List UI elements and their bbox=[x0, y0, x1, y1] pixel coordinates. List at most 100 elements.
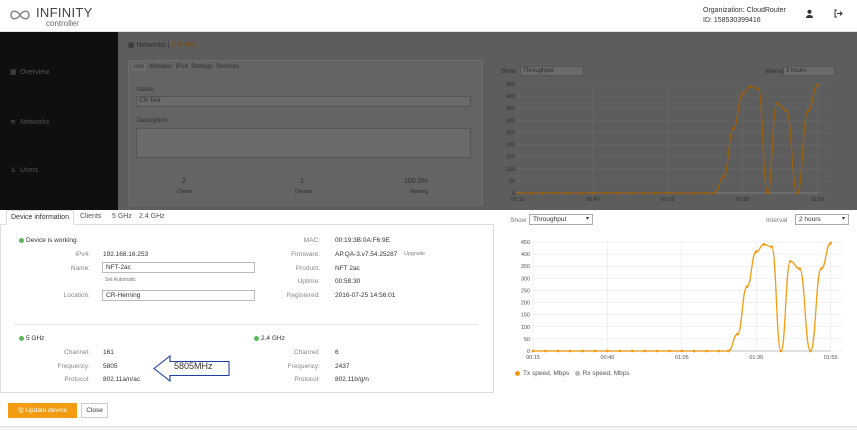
y-tick-label: 350 bbox=[521, 264, 530, 270]
network-name-label: Name: bbox=[137, 87, 155, 93]
x-tick-label: 01:05 bbox=[675, 355, 689, 361]
user-icon[interactable] bbox=[803, 9, 815, 21]
chevron-down-icon: ▾ bbox=[841, 216, 845, 222]
tx-data-point bbox=[731, 127, 735, 131]
tx-data-point bbox=[641, 191, 645, 195]
tab-clients[interactable]: Clients bbox=[76, 210, 105, 225]
x-tick-label: 01:55 bbox=[811, 197, 825, 203]
tx-data-point bbox=[516, 191, 520, 195]
y-tick-label: 250 bbox=[521, 288, 530, 294]
tx-data-point bbox=[668, 349, 671, 353]
tx-data-point bbox=[816, 83, 819, 87]
tx-data-point bbox=[628, 191, 632, 195]
tx-data-point bbox=[722, 174, 726, 178]
tx-data-point bbox=[726, 349, 730, 353]
grid-icon: ▦ bbox=[10, 69, 17, 76]
y-tick-label: 150 bbox=[506, 155, 515, 161]
tx-data-point bbox=[788, 259, 792, 263]
tab-services[interactable]: Services bbox=[216, 64, 239, 70]
tx-data-point bbox=[568, 349, 572, 353]
logout-icon[interactable] bbox=[832, 9, 844, 21]
tab-wireless[interactable]: Wireless bbox=[149, 64, 172, 70]
tx-data-point bbox=[766, 191, 769, 195]
bg-interval-label: Interval bbox=[765, 69, 785, 75]
tx-data-point bbox=[630, 349, 634, 353]
tx-data-point bbox=[581, 349, 584, 353]
sidebar-item-overview[interactable]: ▦ Overview bbox=[10, 68, 49, 78]
sidebar-item-networks[interactable]: ≋ Networks bbox=[10, 118, 49, 128]
tx-data-point bbox=[618, 349, 622, 353]
y-tick-label: 100 bbox=[521, 325, 530, 331]
uptime-label: Uptime: bbox=[297, 278, 320, 285]
name-hint[interactable]: Set Automatic bbox=[105, 277, 136, 283]
tx-data-point bbox=[653, 191, 657, 195]
tab-device-information[interactable]: Device information bbox=[6, 210, 74, 225]
tab-ipv4[interactable]: IPv4 bbox=[176, 64, 188, 70]
mac-value: 00:19:3B:0A:F6:9E bbox=[335, 237, 390, 244]
tx-data-point bbox=[591, 191, 595, 195]
tx-data-point bbox=[579, 191, 582, 195]
location-input[interactable] bbox=[102, 290, 255, 301]
infinity-logo[interactable]: INFINITY controller bbox=[8, 5, 108, 29]
show-select[interactable]: Throughput ▾ bbox=[529, 214, 593, 225]
firmware-value: AP.QA-3.v7.54.25287 bbox=[335, 251, 398, 258]
sidebar: ▦ Overview ≋ Networks ♙ Users bbox=[0, 32, 118, 210]
frequency-2-4ghz-value: 2437 bbox=[335, 363, 350, 370]
tab-2-4ghz[interactable]: 2.4 GHz bbox=[135, 210, 169, 225]
upgrade-link[interactable]: Upgrade bbox=[404, 251, 425, 257]
status-dot-icon bbox=[19, 335, 24, 341]
tx-data-point bbox=[741, 92, 745, 96]
divider bbox=[14, 324, 478, 325]
network-description-input[interactable] bbox=[136, 128, 471, 158]
breadcrumb-icon: ▦ bbox=[128, 42, 137, 49]
tx-data-point bbox=[770, 245, 774, 249]
network-name-input[interactable]: CR-Test bbox=[136, 96, 471, 107]
product-value: NFT 2ac bbox=[335, 265, 360, 272]
tx-data-point bbox=[655, 349, 659, 353]
y-tick-label: 450 bbox=[521, 240, 530, 246]
sidebar-item-label: Users bbox=[20, 167, 39, 174]
name-label: Name: bbox=[70, 265, 90, 272]
x-tick-label: 01:05 bbox=[661, 197, 675, 203]
sidebar-item-label: Networks bbox=[20, 119, 50, 126]
channel-2-4ghz-label: Channel: bbox=[293, 349, 320, 356]
uptime-value: 00:58:30 bbox=[335, 278, 361, 285]
x-tick-label: 01:30 bbox=[736, 197, 750, 203]
protocol-5ghz-label: Protocol: bbox=[64, 376, 90, 383]
page-footer-strip bbox=[0, 426, 857, 430]
network-description-label: Description: bbox=[137, 118, 169, 124]
interval-select[interactable]: 2 hours ▾ bbox=[795, 214, 849, 225]
tx-data-point bbox=[666, 191, 670, 195]
tx-data-point bbox=[692, 349, 696, 353]
tx-data-point bbox=[717, 349, 721, 353]
channel-5ghz-value: 161 bbox=[103, 349, 114, 356]
tx-data-point bbox=[678, 191, 682, 195]
network-page-background: ▦ Networks | CR-Test Info Wireless IPv4 … bbox=[118, 32, 857, 210]
update-device-label: Update device bbox=[25, 407, 67, 414]
close-button[interactable]: Close bbox=[81, 403, 108, 418]
bg-show-value: Throughput bbox=[523, 68, 554, 74]
y-tick-label: 200 bbox=[521, 301, 530, 307]
update-device-button[interactable]: 🖫 Update device bbox=[8, 403, 77, 418]
device-status-text: Device is working bbox=[26, 237, 77, 244]
legend-tx: Tx speed, Mbps bbox=[523, 370, 570, 377]
channel-5ghz-label: Channel: bbox=[63, 349, 90, 356]
tx-data-point bbox=[819, 267, 823, 271]
bg-show-select[interactable]: Throughput bbox=[520, 66, 584, 76]
band-5ghz-label: 5 GHz bbox=[26, 335, 45, 342]
status-dot-icon bbox=[254, 335, 259, 341]
x-tick-label: 01:30 bbox=[749, 355, 763, 361]
chart-legend: Tx speed, Mbps Rx speed, Mbps bbox=[515, 370, 630, 377]
tab-info[interactable]: Info bbox=[132, 63, 147, 71]
tx-legend-swatch bbox=[515, 370, 520, 376]
tab-settings[interactable]: Settings bbox=[191, 64, 213, 70]
tx-data-point bbox=[616, 191, 620, 195]
tx-data-point bbox=[691, 191, 695, 195]
infinity-icon bbox=[10, 10, 30, 20]
tx-data-point bbox=[745, 285, 749, 289]
y-tick-label: 400 bbox=[506, 94, 515, 100]
device-name-input[interactable] bbox=[102, 262, 255, 273]
bg-interval-select[interactable]: 2 hours bbox=[783, 66, 835, 76]
tab-5ghz[interactable]: 5 GHz bbox=[108, 210, 136, 225]
sidebar-item-users[interactable]: ♙ Users bbox=[10, 166, 38, 176]
